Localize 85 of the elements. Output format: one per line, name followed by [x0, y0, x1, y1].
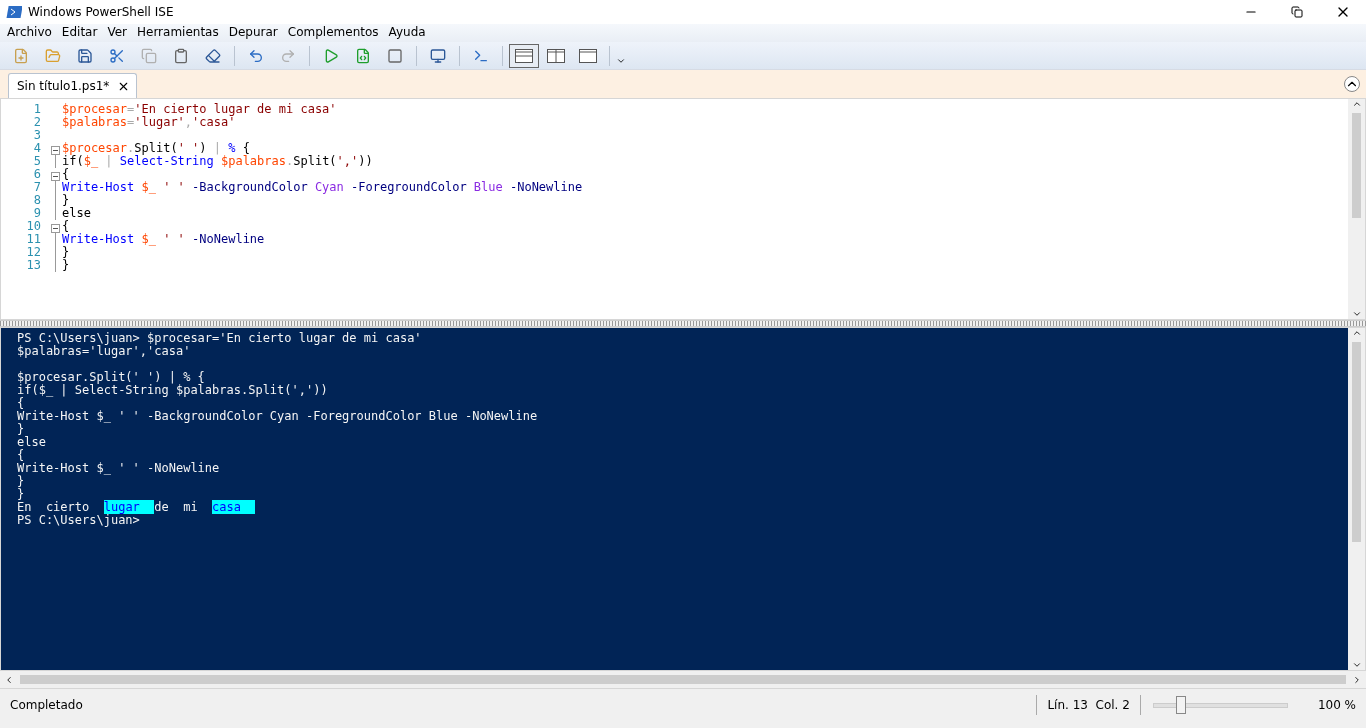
console-line: else [17, 436, 46, 449]
new-file-icon [13, 47, 29, 64]
menu-item[interactable]: Herramientas [132, 24, 224, 42]
line-number: 10 [25, 220, 42, 233]
line-number: 7 [32, 181, 42, 194]
console-line: } [17, 488, 25, 501]
fold-toggle-icon[interactable] [51, 224, 60, 233]
remote-computer-icon [430, 47, 446, 64]
layout-button[interactable] [509, 43, 539, 68]
scrollbar[interactable] [1348, 99, 1365, 319]
code-line: if($_ | Select-String $palabras.Split(',')) [62, 155, 373, 168]
layout-top-icon [515, 48, 533, 63]
layout-right-icon [547, 48, 565, 63]
play-icon [323, 47, 339, 64]
line-number: 8 [32, 194, 42, 207]
console-line: $palabras='lugar','casa' [17, 345, 191, 358]
line-number: 6 [32, 168, 42, 181]
scroll-up-icon[interactable] [1351, 99, 1362, 109]
status-message: Completado [9, 697, 84, 712]
folder-icon [45, 47, 61, 64]
code-line: $palabras='lugar','casa' [62, 116, 236, 129]
scissors-icon [109, 47, 125, 64]
code-line: Write-Host $_ ' ' -BackgroundColor Cyan -ForegroundColor Blue -NoNewline [62, 181, 583, 194]
menu-item[interactable]: Archivo [2, 24, 57, 42]
console-line: Write-Host $_ ' ' -NoNewline [17, 462, 220, 475]
line-number: 2 [32, 116, 42, 129]
save-icon [77, 47, 93, 64]
menu-item[interactable]: Complementos [282, 24, 384, 42]
scrollbar[interactable] [1348, 328, 1365, 670]
copy-icon [141, 47, 157, 64]
window-title: Windows PowerShell ISE [28, 5, 175, 19]
code-line: { [62, 168, 70, 181]
clipboard-icon [173, 47, 189, 64]
line-number: 9 [32, 207, 42, 220]
cursor-position: Lín. 13 Col. 2 [1046, 697, 1131, 712]
code-line: else [62, 207, 91, 220]
redo-icon [280, 47, 296, 64]
console-line: PS C:\Users\juan> $procesar='En cierto lugar de mi casa' [17, 332, 422, 345]
restore-icon [1291, 6, 1303, 18]
console-line: PS C:\Users\juan> [17, 514, 140, 527]
scroll-left-icon[interactable] [4, 674, 14, 685]
layout-maximized-icon [579, 48, 597, 63]
code-line: $procesar='En cierto lugar de mi casa' [62, 103, 337, 116]
scroll-down-icon[interactable] [1351, 660, 1362, 670]
code-line: } [62, 246, 70, 259]
line-number: 1 [32, 103, 42, 116]
code-line: $procesar.Split(' ') | % { [62, 142, 250, 155]
scroll-up-icon[interactable] [1351, 328, 1362, 338]
menu-item[interactable]: Ver [102, 24, 132, 42]
console-line: En cierto lugar de mi casa [17, 501, 256, 514]
scroll-right-icon[interactable] [1352, 674, 1362, 685]
menu-item[interactable]: Ayuda [383, 24, 431, 42]
menu-item[interactable]: Editar [56, 24, 103, 42]
code-line: } [62, 194, 70, 207]
console-line: } [17, 475, 25, 488]
line-number: 12 [25, 246, 42, 259]
code-line: Write-Host $_ ' ' -NoNewline [62, 233, 265, 246]
run-selection-icon [355, 47, 371, 64]
console-line: if($_ | Select-String $palabras.Split(',')) [17, 384, 328, 397]
console-pane[interactable] [0, 327, 1366, 671]
tab-label: Sin título1.ps1* [17, 79, 110, 93]
console-line: { [17, 397, 25, 410]
line-number: 4 [32, 142, 42, 155]
code-line: } [62, 259, 70, 272]
fold-toggle-icon[interactable] [51, 146, 60, 155]
clear-icon [205, 47, 221, 64]
line-number: 5 [32, 155, 42, 168]
fold-toggle-icon[interactable] [51, 172, 60, 181]
file-tab[interactable]: Sin título1.ps1* [8, 73, 138, 98]
scroll-down-icon[interactable] [1351, 309, 1362, 319]
console-line: $procesar.Split(' ') | % { [17, 371, 205, 384]
stop-icon [387, 47, 403, 64]
console-line: Write-Host $_ ' ' -BackgroundColor Cyan -ForegroundColor Blue -NoNewline [17, 410, 538, 423]
collapse-icon[interactable] [1344, 76, 1360, 92]
zoom-slider[interactable] [1152, 695, 1288, 714]
line-number: 11 [25, 233, 42, 246]
console-line: { [17, 449, 25, 462]
undo-icon [248, 47, 264, 64]
powershell-logo-icon [6, 4, 22, 20]
menu-item[interactable]: Depurar [223, 24, 283, 42]
line-number: 3 [32, 129, 42, 142]
line-number: 13 [25, 259, 42, 272]
zoom-level: 100 % [1316, 697, 1357, 712]
console-line: } [17, 423, 25, 436]
code-line: { [62, 220, 70, 233]
